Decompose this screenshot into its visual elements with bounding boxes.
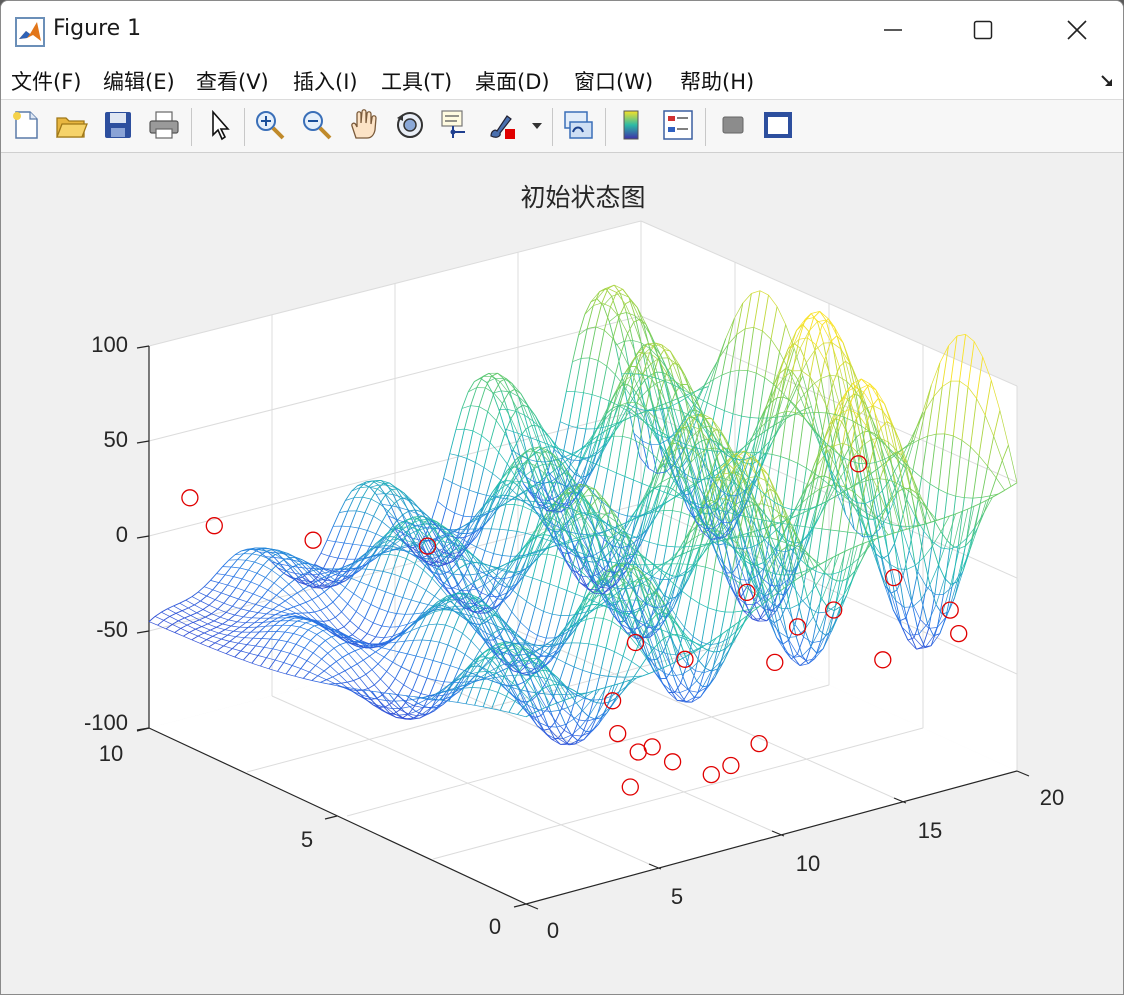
zoom-in-icon[interactable] (253, 108, 287, 142)
mesh-line (267, 551, 277, 553)
toolbar-separator (552, 108, 553, 146)
menu-window[interactable]: 窗口(W) (574, 66, 653, 96)
mesh-line (228, 559, 238, 561)
maximize-button[interactable] (937, 1, 1029, 59)
pan-hand-icon[interactable] (347, 108, 381, 142)
y-tick-label: 10 (99, 741, 123, 766)
toolbar-separator (705, 108, 706, 146)
mesh-line (305, 567, 315, 569)
close-button[interactable] (1031, 1, 1123, 59)
mesh-line (244, 637, 254, 639)
minimize-icon (884, 29, 902, 31)
menu-file[interactable]: 文件(F) (11, 66, 81, 96)
mesh-line (597, 702, 604, 704)
hide-plot-tools-icon[interactable] (716, 108, 750, 142)
mesh-line (335, 682, 342, 685)
data-cursor-icon[interactable] (439, 108, 473, 142)
zoom-out-icon[interactable] (300, 108, 334, 142)
y-tick-label: 5 (301, 827, 313, 852)
save-icon[interactable] (101, 108, 135, 142)
mesh-line (629, 599, 638, 601)
z-tick-label: -50 (96, 617, 128, 642)
z-tick-label: 50 (104, 427, 128, 452)
mesh-line (288, 620, 298, 622)
mesh-line (386, 700, 396, 702)
link-plot-icon[interactable] (561, 108, 595, 142)
rotate-3d-icon[interactable] (393, 108, 427, 142)
x-tick-label: 0 (547, 918, 559, 943)
toolbar-separator (191, 108, 192, 146)
z-tick-label: 0 (116, 522, 128, 547)
surface-plot[interactable]: 100 50 0 -50 -100 0 5 10 15 20 0 5 10 初始… (1, 153, 1123, 994)
show-plot-tools-icon[interactable] (761, 108, 795, 142)
menu-edit[interactable]: 编辑(E) (103, 66, 175, 96)
x-tick-label: 5 (671, 884, 683, 909)
window-title: Figure 1 (53, 16, 142, 41)
edit-plot-arrow-icon[interactable] (203, 108, 237, 142)
figure-window: Figure 1 文件(F) 编辑(E) 查看(V) 插入(I) 工具(T) 桌… (0, 0, 1124, 995)
x-tick-label: 20 (1040, 785, 1064, 810)
menu-insert[interactable]: 插入(I) (293, 66, 358, 96)
chevron-down-icon[interactable] (529, 108, 545, 142)
dock-figure-icon[interactable] (1099, 73, 1115, 89)
mesh-line (261, 638, 271, 640)
mesh-line (237, 559, 246, 561)
menu-bar: 文件(F) 编辑(E) 查看(V) 插入(I) 工具(T) 桌面(D) 窗口(W… (1, 59, 1123, 100)
menu-tools[interactable]: 工具(T) (381, 66, 452, 96)
toolbar-separator (605, 108, 606, 146)
mesh-line (713, 650, 721, 653)
mesh-line (385, 545, 392, 547)
minimize-button[interactable] (847, 1, 939, 59)
figure-toolbar (1, 100, 1123, 153)
open-file-icon[interactable] (54, 108, 88, 142)
mesh-line (515, 665, 524, 667)
brush-icon[interactable] (485, 108, 519, 142)
x-tick-label: 10 (796, 851, 820, 876)
new-figure-icon[interactable] (9, 108, 43, 142)
mesh-line (531, 424, 539, 427)
mesh-line (423, 706, 432, 709)
z-axis-ticks (136, 345, 150, 731)
mesh-line (656, 371, 664, 374)
mesh-line (472, 687, 481, 689)
menu-help[interactable]: 帮助(H) (680, 66, 754, 96)
menu-desktop[interactable]: 桌面(D) (475, 66, 550, 96)
mesh-line (276, 631, 285, 633)
matlab-logo-icon (15, 17, 45, 47)
maximize-icon (973, 20, 993, 40)
chart-title: 初始状态图 (520, 183, 645, 212)
toolbar-separator (244, 108, 245, 146)
colorbar-icon[interactable] (614, 108, 648, 142)
legend-icon[interactable] (661, 108, 695, 142)
z-tick-label: -100 (84, 710, 128, 735)
title-bar[interactable]: Figure 1 (1, 1, 1123, 59)
x-tick-label: 15 (918, 818, 942, 843)
menu-view[interactable]: 查看(V) (196, 66, 269, 96)
print-icon[interactable] (147, 108, 181, 142)
y-tick-label: 0 (489, 914, 501, 939)
z-tick-label: 100 (91, 332, 128, 357)
figure-canvas[interactable]: 100 50 0 -50 -100 0 5 10 15 20 0 5 10 初始… (1, 153, 1123, 994)
close-icon (1067, 20, 1087, 40)
